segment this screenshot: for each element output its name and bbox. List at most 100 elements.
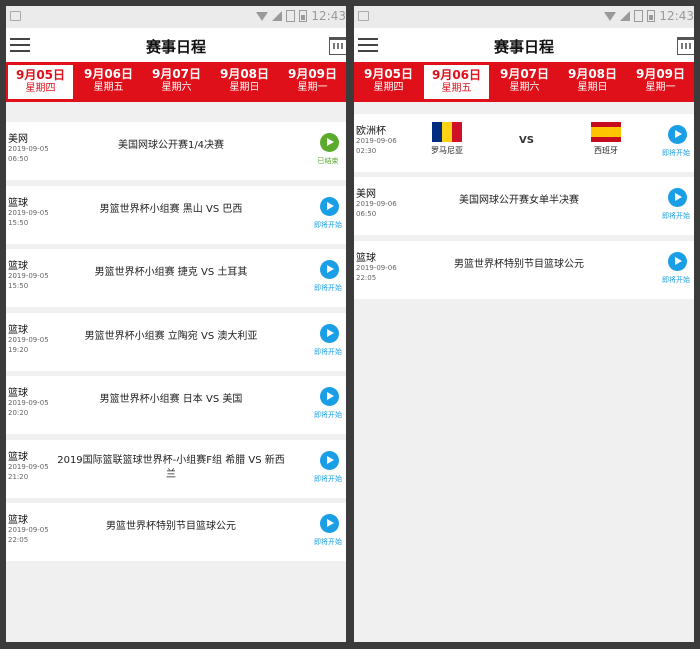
event-sport: 篮球	[8, 515, 28, 526]
home-team: 罗马尼亚	[417, 122, 477, 156]
event-title: 男篮世界杯特别节目篮球公元	[106, 521, 236, 532]
event-card[interactable]: 美网 2019-09-06 06:50 美国网球公开赛女单半决赛 即将开始	[354, 177, 694, 235]
spain-flag-icon	[591, 122, 621, 142]
event-card[interactable]: 篮球 2019-09-05 19:20 男篮世界杯小组赛 立陶宛 VS 澳大利亚…	[6, 313, 346, 371]
event-sport: 篮球	[8, 198, 28, 209]
event-title: 男篮世界杯小组赛 日本 VS 美国	[99, 394, 243, 405]
date-tab[interactable]: 9月06日 星期五	[75, 64, 142, 100]
event-status: 即将开始	[314, 348, 342, 356]
event-title: 男篮世界杯特别节目篮球公元	[454, 259, 584, 270]
event-date: 2019-09-05	[8, 145, 49, 153]
wifi-icon	[256, 11, 269, 21]
play-icon[interactable]	[668, 188, 687, 207]
play-icon[interactable]	[668, 252, 687, 271]
date-tab[interactable]: 9月07日 星期六	[143, 64, 210, 100]
date-tabs: 9月05日 星期四 9月06日 星期五 9月07日 星期六 9月08日 星期日 9月09…	[6, 62, 346, 102]
romania-flag-icon	[432, 122, 462, 142]
event-status: 即将开始	[314, 411, 342, 419]
clock: 12:43	[659, 9, 694, 23]
event-time: 15:50	[8, 282, 29, 290]
event-date: 2019-09-05	[8, 399, 49, 407]
event-time: 20:20	[8, 409, 29, 417]
event-sport: 美网	[8, 134, 28, 145]
event-date: 2019-09-05	[8, 336, 49, 344]
match-card[interactable]: 欧洲杯 2019-09-06 02:30 罗马尼亚 VS 西班牙 即将开始	[354, 114, 694, 172]
status-bar: 12:43	[6, 6, 346, 28]
date-tab[interactable]: 9月08日 星期日	[559, 64, 626, 100]
home-team-name: 罗马尼亚	[431, 146, 463, 155]
date-tab[interactable]: 9月09日 星期一	[279, 64, 346, 100]
event-status: 即将开始	[662, 276, 690, 284]
event-card[interactable]: 篮球 2019-09-05 15:50 男篮世界杯小组赛 捷克 VS 土耳其 即…	[6, 249, 346, 307]
play-icon[interactable]	[320, 387, 339, 406]
play-icon[interactable]	[320, 324, 339, 343]
event-time: 22:05	[356, 274, 377, 282]
event-date: 2019-09-06	[356, 137, 397, 145]
sim-icon	[634, 10, 644, 22]
date-tab[interactable]: 9月09日 星期一	[627, 64, 694, 100]
date-tabs: 9月05日 星期四 9月06日 星期五 9月07日 星期六 9月08日 星期日 9月09…	[354, 62, 694, 102]
phone-screen-right: 12:43 赛事日程 9月05日 星期四 9月06日 星期五 9月07日 星期六 9月…	[354, 6, 694, 642]
event-sport: 美网	[356, 189, 376, 200]
event-title: 美国网球公开赛女单半决赛	[459, 195, 579, 206]
event-card[interactable]: 篮球 2019-09-05 20:20 男篮世界杯小组赛 日本 VS 美国 即将…	[6, 376, 346, 434]
away-team: 西班牙	[576, 122, 636, 156]
signal-icon	[620, 11, 631, 21]
event-date: 2019-09-05	[8, 272, 49, 280]
event-time: 19:20	[8, 346, 29, 354]
event-time: 22:05	[8, 536, 29, 544]
battery-icon	[647, 10, 656, 22]
vs-label: VS	[519, 135, 534, 146]
event-card[interactable]: 篮球 2019-09-05 21:20 2019国际篮联篮球世界杯-小组赛F组 …	[6, 440, 346, 498]
event-sport: 欧洲杯	[356, 126, 386, 137]
page-title: 赛事日程	[493, 38, 554, 56]
event-sport: 篮球	[356, 253, 376, 264]
event-title: 2019国际篮联篮球世界杯-小组赛F组 希腊 VS 新西兰	[57, 455, 285, 480]
app-header: 赛事日程	[6, 28, 346, 62]
play-icon[interactable]	[320, 514, 339, 533]
page-title: 赛事日程	[145, 38, 206, 56]
phone-screen-left: 12:43 赛事日程 9月05日 星期四 9月06日 星期五 9月07日 星期六 9月…	[6, 6, 346, 642]
play-icon[interactable]	[320, 260, 339, 279]
event-status: 即将开始	[662, 149, 690, 157]
event-title: 男篮世界杯小组赛 黑山 VS 巴西	[99, 204, 243, 215]
event-date: 2019-09-05	[8, 463, 49, 471]
event-sport: 篮球	[8, 452, 28, 463]
event-status: 即将开始	[314, 284, 342, 292]
notification-image-icon	[10, 11, 21, 21]
event-sport: 篮球	[8, 325, 28, 336]
date-tab[interactable]: 9月05日 星期四	[7, 64, 74, 100]
play-icon[interactable]	[320, 451, 339, 470]
event-sport: 篮球	[8, 388, 28, 399]
date-tab[interactable]: 9月08日 星期日	[211, 64, 278, 100]
event-time: 02:30	[356, 147, 377, 155]
event-status: 即将开始	[314, 475, 342, 483]
status-bar: 12:43	[354, 6, 694, 28]
date-tab[interactable]: 9月07日 星期六	[491, 64, 558, 100]
date-tab[interactable]: 9月05日 星期四	[355, 64, 422, 100]
event-date: 2019-09-06	[356, 264, 397, 272]
event-title: 男篮世界杯小组赛 捷克 VS 土耳其	[94, 267, 248, 278]
event-card[interactable]: 篮球 2019-09-05 15:50 男篮世界杯小组赛 黑山 VS 巴西 即将…	[6, 186, 346, 244]
calendar-icon[interactable]	[677, 37, 694, 55]
event-date: 2019-09-05	[8, 526, 49, 534]
clock: 12:43	[311, 9, 346, 23]
play-icon[interactable]	[320, 197, 339, 216]
event-time: 21:20	[8, 473, 29, 481]
event-card[interactable]: 美网 2019-09-05 06:50 美国网球公开赛1/4决赛 已结束	[6, 122, 346, 180]
event-time: 15:50	[8, 219, 29, 227]
event-sport: 篮球	[8, 261, 28, 272]
battery-icon	[299, 10, 308, 22]
event-date: 2019-09-06	[356, 200, 397, 208]
play-icon[interactable]	[668, 125, 687, 144]
event-title: 美国网球公开赛1/4决赛	[117, 140, 225, 151]
event-card[interactable]: 篮球 2019-09-05 22:05 男篮世界杯特别节目篮球公元 即将开始	[6, 503, 346, 561]
event-card[interactable]: 篮球 2019-09-06 22:05 男篮世界杯特别节目篮球公元 即将开始	[354, 241, 694, 299]
signal-icon	[272, 11, 283, 21]
wifi-icon	[604, 11, 617, 21]
notification-image-icon	[358, 11, 369, 21]
date-tab[interactable]: 9月06日 星期五	[423, 64, 490, 100]
calendar-icon[interactable]	[329, 37, 346, 55]
play-icon[interactable]	[320, 133, 339, 152]
event-status: 即将开始	[314, 221, 342, 229]
